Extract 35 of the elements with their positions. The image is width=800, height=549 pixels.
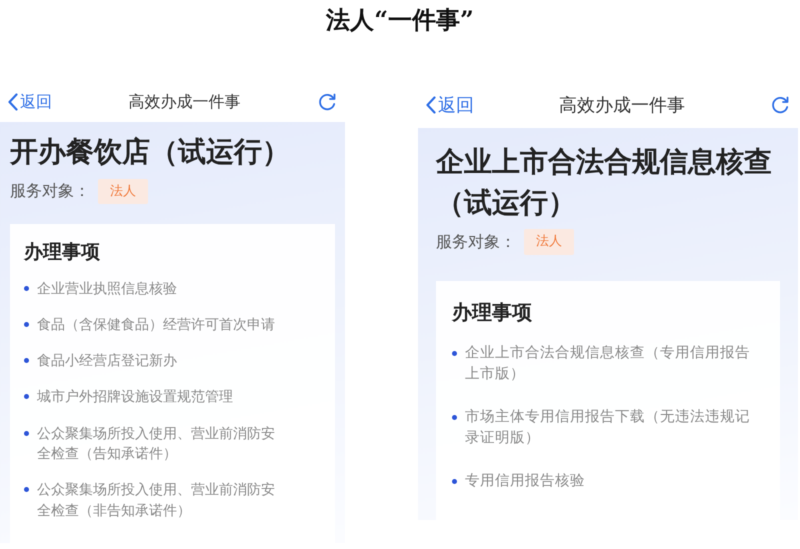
section-title: 办理事项 bbox=[452, 298, 533, 326]
service-item-link[interactable]: 食品（含保健食品）经营许可首次申请 bbox=[37, 314, 275, 336]
bullet-dot bbox=[24, 286, 29, 291]
bullet-dot bbox=[452, 350, 457, 356]
chevron-left-icon bbox=[8, 93, 18, 111]
page-title: 企业上市合法合规信息核查（试运行） bbox=[436, 144, 773, 221]
service-item-link[interactable]: 专用信用报告核验 bbox=[465, 470, 585, 492]
service-item-link[interactable]: 公众聚集场所投入使用、营业前消防安全检查（非告知承诺件） bbox=[37, 480, 282, 521]
service-item-link[interactable]: 企业上市合法合规信息核查（专用信用报告上市版） bbox=[465, 342, 761, 385]
chevron-left-icon bbox=[426, 96, 436, 114]
bullet-dot bbox=[24, 322, 29, 327]
bullet-dot bbox=[24, 358, 29, 364]
nav-title: 高效办成一件事 bbox=[559, 94, 685, 118]
section-title: 办理事项 bbox=[24, 240, 101, 266]
service-label: 服务对象： bbox=[10, 180, 90, 202]
back-button[interactable]: 返回 bbox=[426, 92, 474, 118]
service-item-link[interactable]: 城市户外招牌设施设置规范管理 bbox=[37, 387, 233, 408]
page-caption: 法人“一件事” bbox=[326, 8, 474, 32]
back-button[interactable]: 返回 bbox=[8, 90, 52, 114]
refresh-button[interactable] bbox=[770, 95, 790, 115]
bullet-dot bbox=[24, 487, 29, 492]
service-label: 服务对象： bbox=[436, 230, 516, 253]
bullet-dot bbox=[24, 430, 29, 436]
service-item-link[interactable]: 市场主体专用信用报告下载（无违法违规记录证明版） bbox=[465, 406, 761, 449]
nav-title: 高效办成一件事 bbox=[128, 91, 240, 113]
bullet-dot bbox=[452, 414, 457, 420]
service-tag: 法人 bbox=[98, 178, 148, 204]
service-item-link[interactable]: 食品小经营店登记新办 bbox=[37, 351, 177, 372]
service-item-link[interactable]: 企业营业执照信息核验 bbox=[37, 278, 177, 299]
service-tag: 法人 bbox=[524, 229, 574, 255]
bullet-dot bbox=[24, 394, 29, 400]
page-title: 开办餐饮店（试运行） bbox=[10, 134, 291, 170]
service-item-link[interactable]: 公众聚集场所投入使用、营业前消防安全检查（告知承诺件） bbox=[37, 424, 282, 464]
refresh-button[interactable] bbox=[317, 92, 337, 112]
bullet-dot bbox=[452, 478, 457, 484]
